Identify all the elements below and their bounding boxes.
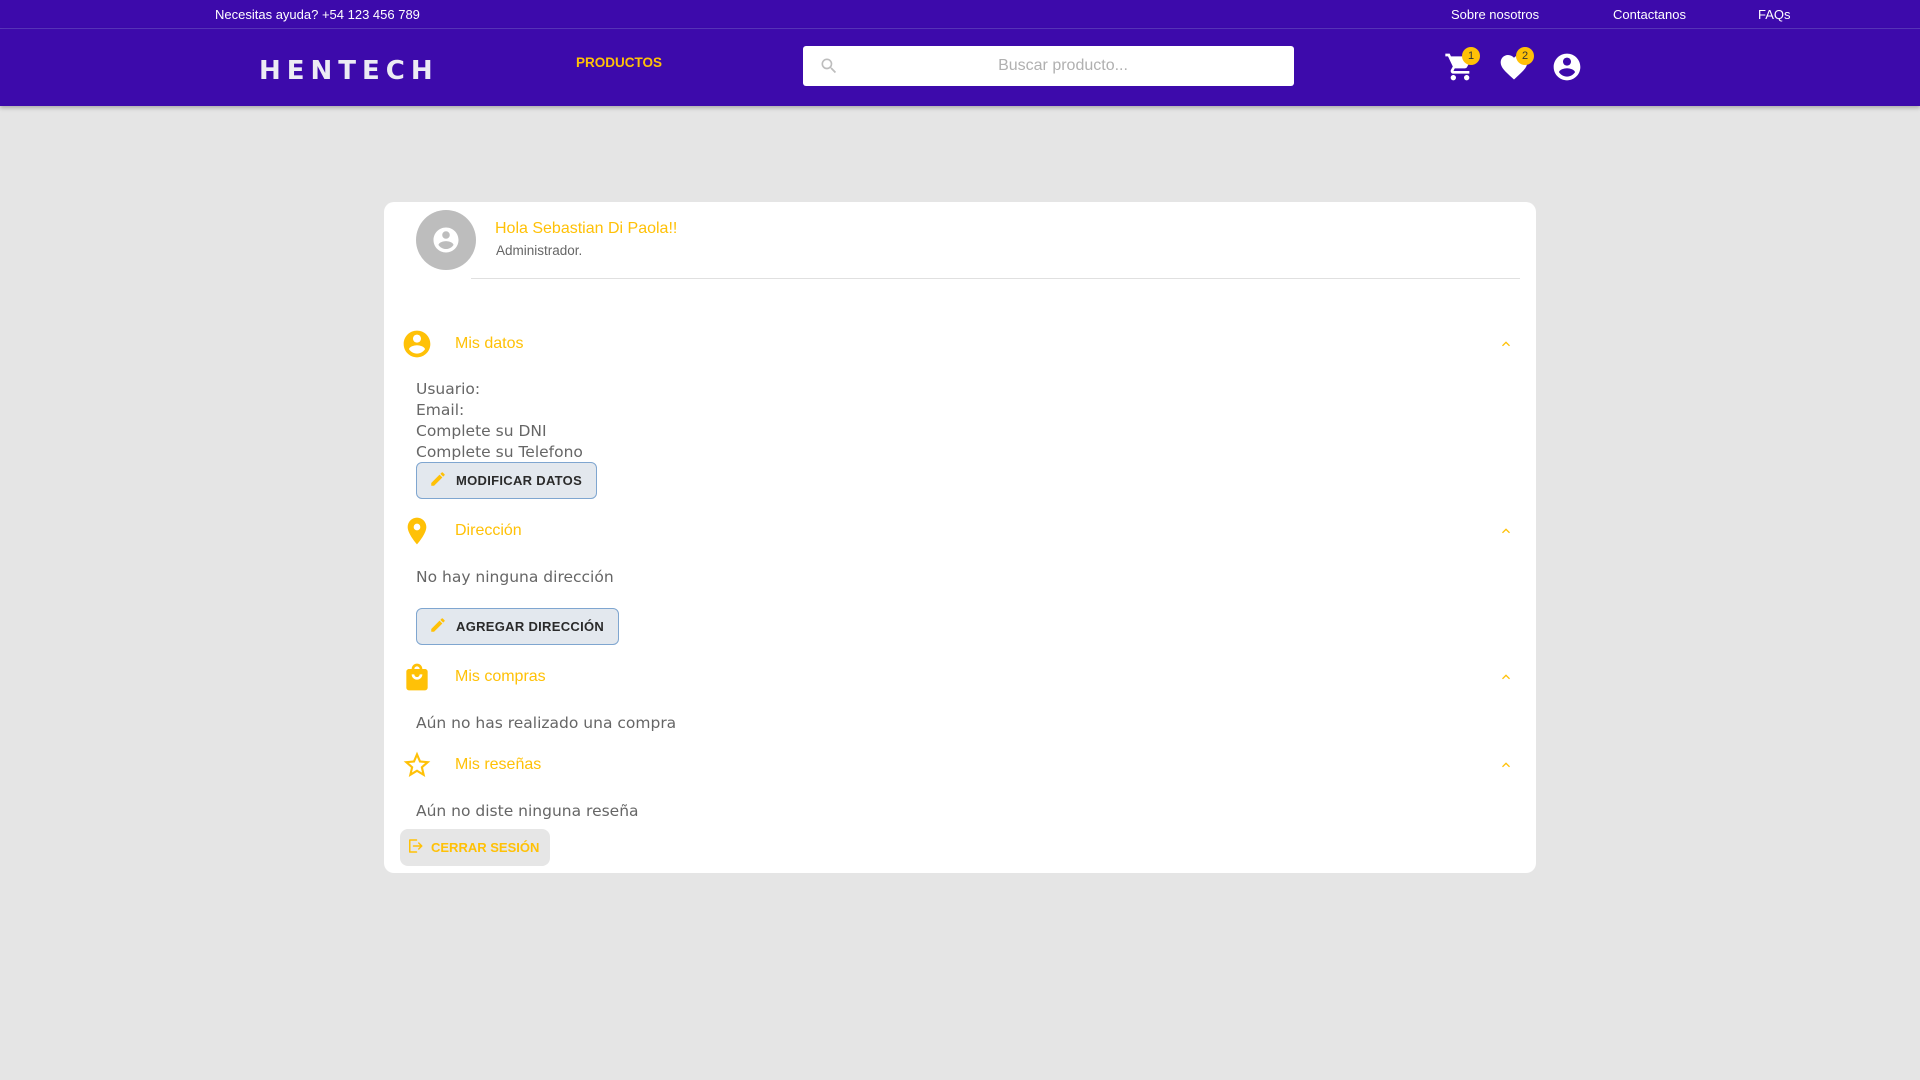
brand-logo[interactable]: HENTECH bbox=[259, 56, 439, 86]
user-field-telefono: Complete su Telefono bbox=[416, 443, 583, 461]
faqs-link[interactable]: FAQs bbox=[1758, 7, 1791, 22]
user-field-email: Email: bbox=[416, 401, 465, 419]
heart-icon bbox=[1498, 55, 1530, 87]
cart-count-badge: 1 bbox=[1462, 47, 1480, 65]
profile-card: Hola Sebastian Di Paola!! Administrador.… bbox=[384, 202, 1536, 873]
section-title-direccion[interactable]: Dirección bbox=[455, 522, 522, 540]
greeting-text: Hola Sebastian Di Paola!! bbox=[495, 220, 678, 237]
no-reviews-text: Aún no diste ninguna reseña bbox=[416, 802, 639, 820]
modify-data-label: MODIFICAR DATOS bbox=[456, 473, 583, 488]
cart-button[interactable]: 1 bbox=[1444, 47, 1480, 83]
modify-data-button[interactable]: MODIFICAR DATOS bbox=[416, 462, 598, 499]
top-bar: Necesitas ayuda? +54 123 456 789 Sobre n… bbox=[0, 0, 1920, 29]
search-input[interactable] bbox=[853, 46, 1273, 86]
add-address-button[interactable]: AGREGAR DIRECCIÓN bbox=[416, 608, 620, 645]
main-navbar: HENTECH PRODUCTOS 1 2 bbox=[0, 29, 1920, 106]
no-address-text: No hay ninguna dirección bbox=[416, 568, 614, 586]
favorites-button[interactable]: 2 bbox=[1498, 47, 1534, 83]
chevron-up-icon[interactable] bbox=[1498, 336, 1514, 352]
star-outline-icon bbox=[401, 749, 433, 781]
search-icon bbox=[819, 56, 839, 81]
favorites-count-badge: 2 bbox=[1516, 47, 1534, 65]
account-circle-icon bbox=[401, 328, 433, 360]
logout-label: CERRAR SESIÓN bbox=[431, 840, 540, 855]
pencil-icon bbox=[429, 616, 456, 637]
cart-icon bbox=[1444, 53, 1476, 87]
chevron-up-icon[interactable] bbox=[1498, 669, 1514, 685]
add-address-label: AGREGAR DIRECCIÓN bbox=[456, 619, 605, 634]
products-link[interactable]: PRODUCTOS bbox=[576, 55, 662, 70]
user-field-dni: Complete su DNI bbox=[416, 422, 547, 440]
section-title-mis-datos[interactable]: Mis datos bbox=[455, 335, 523, 353]
contact-link[interactable]: Contactanos bbox=[1613, 7, 1686, 22]
pencil-icon bbox=[429, 470, 456, 491]
section-title-mis-resenas[interactable]: Mis reseñas bbox=[455, 756, 541, 774]
chevron-up-icon[interactable] bbox=[1498, 757, 1514, 773]
search-bar bbox=[803, 46, 1294, 86]
chevron-up-icon[interactable] bbox=[1498, 523, 1514, 539]
about-link[interactable]: Sobre nosotros bbox=[1451, 7, 1539, 22]
user-role: Administrador. bbox=[496, 243, 583, 258]
avatar bbox=[416, 210, 476, 270]
logout-button[interactable]: CERRAR SESIÓN bbox=[400, 829, 550, 866]
location-pin-icon bbox=[401, 515, 433, 547]
section-title-mis-compras[interactable]: Mis compras bbox=[455, 668, 546, 686]
help-contact-text: Necesitas ayuda? +54 123 456 789 bbox=[215, 7, 420, 22]
header-divider bbox=[471, 278, 1520, 279]
user-field-usuario: Usuario: bbox=[416, 380, 481, 398]
no-purchases-text: Aún no has realizado una compra bbox=[416, 714, 677, 732]
account-button[interactable] bbox=[1551, 51, 1583, 83]
account-circle-icon bbox=[1551, 53, 1583, 87]
shopping-bag-icon bbox=[401, 661, 433, 693]
logout-icon bbox=[406, 837, 431, 858]
